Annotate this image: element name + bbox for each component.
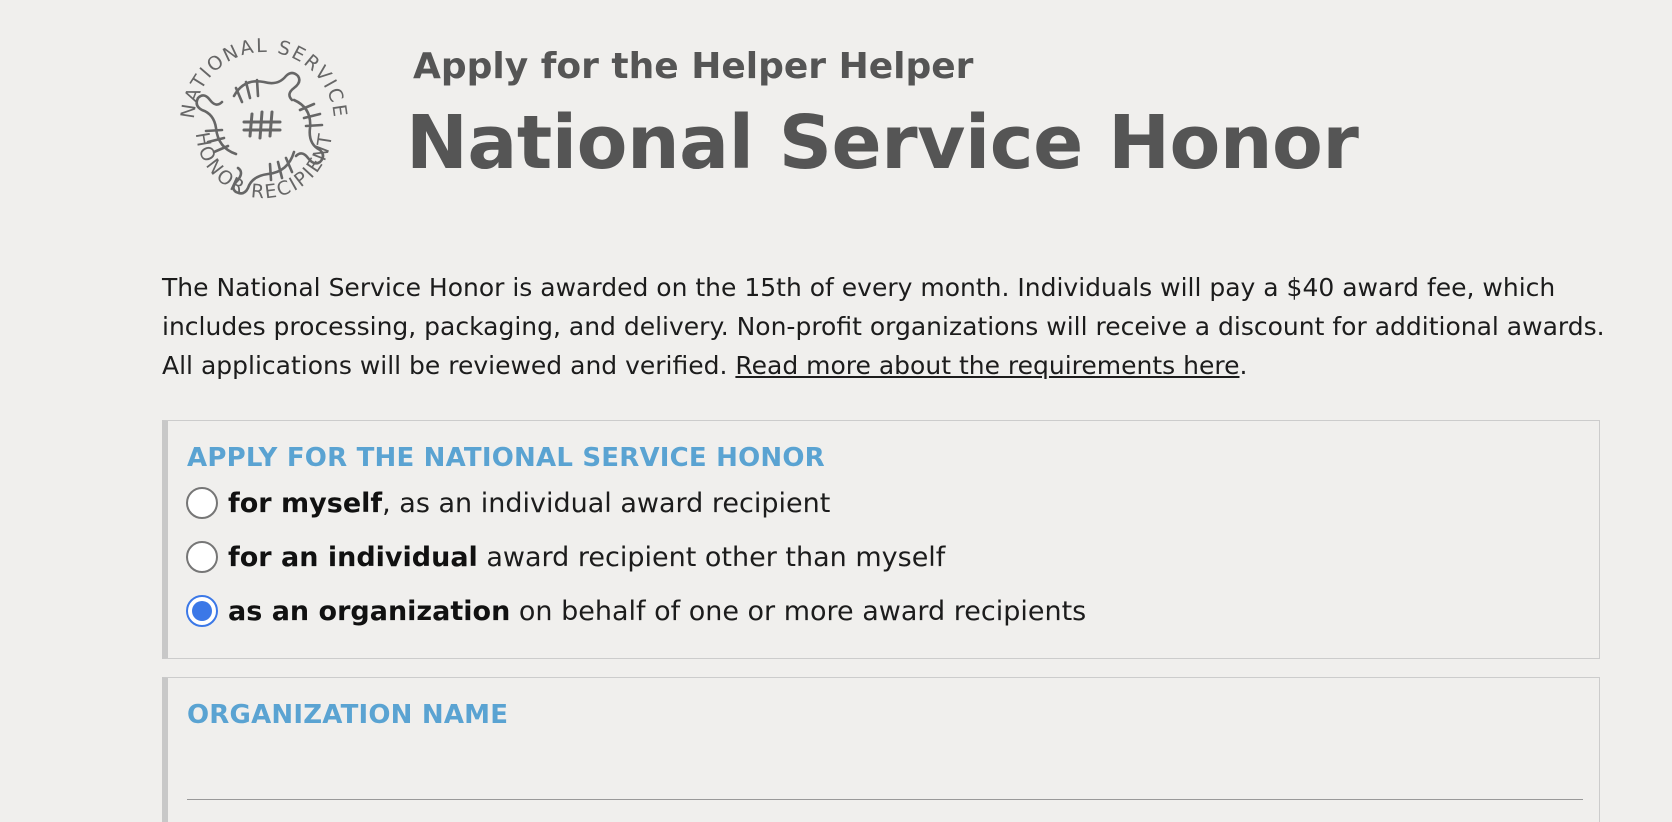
page-subtitle: Apply for the Helper Helper	[413, 46, 974, 87]
organization-name-legend: ORGANIZATION NAME	[187, 700, 509, 730]
option-for-myself[interactable]: for myself, as an individual award recip…	[186, 487, 830, 519]
intro-trailing: .	[1239, 351, 1248, 380]
option-for-individual-bold: for an individual	[228, 541, 478, 573]
radio-as-organization[interactable]	[186, 595, 218, 627]
apply-type-legend: APPLY FOR THE NATIONAL SERVICE HONOR	[187, 443, 825, 473]
page-title: National Service Honor	[406, 100, 1359, 186]
organization-name-fieldset: ORGANIZATION NAME	[162, 677, 1600, 822]
option-for-individual-label: for an individual award recipient other …	[228, 542, 945, 573]
option-for-individual-rest: award recipient other than myself	[477, 541, 946, 573]
radio-for-individual[interactable]	[186, 541, 218, 573]
requirements-link[interactable]: Read more about the requirements here	[735, 351, 1239, 380]
radio-for-myself[interactable]	[186, 487, 218, 519]
option-as-organization-bold: as an organization	[228, 595, 511, 627]
apply-type-fieldset: APPLY FOR THE NATIONAL SERVICE HONOR for…	[162, 420, 1600, 659]
application-page: NATIONAL SERVICE HONOR RECIPIENT Apply f…	[0, 0, 1672, 822]
national-service-honor-seal-icon: NATIONAL SERVICE HONOR RECIPIENT	[177, 35, 351, 203]
option-for-myself-bold: for myself	[228, 487, 383, 519]
option-as-organization[interactable]: as an organization on behalf of one or m…	[186, 595, 1086, 627]
option-for-myself-label: for myself, as an individual award recip…	[228, 488, 830, 519]
option-for-myself-rest: , as an individual award recipient	[382, 487, 831, 519]
svg-text:NATIONAL SERVICE: NATIONAL SERVICE	[177, 35, 351, 120]
option-as-organization-rest: on behalf of one or more award recipient…	[510, 595, 1087, 627]
option-as-organization-label: as an organization on behalf of one or m…	[228, 596, 1086, 627]
organization-name-input[interactable]	[187, 758, 1583, 800]
option-for-individual[interactable]: for an individual award recipient other …	[186, 541, 945, 573]
intro-paragraph: The National Service Honor is awarded on…	[162, 268, 1622, 385]
